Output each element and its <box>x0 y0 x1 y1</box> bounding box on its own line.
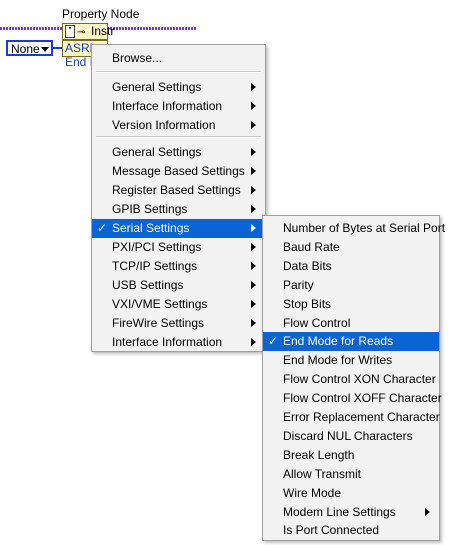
menu-separator <box>96 136 261 138</box>
menu-item-label: Flow Control XON Character <box>283 372 436 387</box>
serial-item-is-port-connected[interactable]: Is Port Connected <box>263 521 439 540</box>
menu-item-label: Flow Control XOFF Character <box>283 391 442 406</box>
menu-item-browse[interactable]: Browse... <box>92 49 265 68</box>
main-context-menu: Browse... General Settings Interface Infor… <box>91 44 266 352</box>
menu-item-label: Flow Control <box>283 315 351 330</box>
submenu-arrow-icon <box>251 300 256 308</box>
menu-item-firewire-settings[interactable]: FireWire Settings <box>92 314 265 333</box>
menu-item-label: Number of Bytes at Serial Port <box>283 221 446 235</box>
serial-item-parity[interactable]: Parity <box>263 276 439 295</box>
menu-item-label: USB Settings <box>112 278 184 292</box>
menu-item-label: Error Replacement Character <box>283 410 440 424</box>
menu-item-label: Interface Information <box>112 99 223 113</box>
serial-item-flow-control[interactable]: Flow Control <box>263 314 439 333</box>
submenu-arrow-icon <box>251 148 256 156</box>
menu-item-label: General Settings <box>112 80 202 94</box>
submenu-arrow-icon <box>251 319 256 327</box>
menu-item-label: Parity <box>283 277 314 292</box>
menu-item-label: General Settings <box>112 145 202 159</box>
menu-item-serial-settings[interactable]: ✓ Serial Settings <box>92 219 265 238</box>
serial-item-allow-transmit[interactable]: Allow Transmit <box>263 465 439 484</box>
refnum-out-wire <box>107 27 197 30</box>
menu-item-label: Message Based Settings <box>112 164 245 178</box>
menu-item-label: Version Information <box>112 118 216 132</box>
submenu-arrow-icon <box>251 262 256 270</box>
menu-item-label: Serial Settings <box>112 221 190 235</box>
property-node-title: Property Node <box>62 7 140 21</box>
end-mode-control-value: None <box>11 42 40 56</box>
submenu-arrow-icon <box>251 121 256 129</box>
menu-item-general-settings[interactable]: General Settings <box>92 78 265 97</box>
serial-item-flow-control-xon-character[interactable]: Flow Control XON Character <box>263 370 439 389</box>
menu-item-general-settings[interactable]: General Settings <box>92 143 265 162</box>
serial-item-wire-mode[interactable]: Wire Mode <box>263 484 439 503</box>
serial-item-end-mode-for-writes[interactable]: End Mode for Writes <box>263 351 439 370</box>
reference-label: Instr <box>91 24 115 38</box>
serial-item-error-replacement-character[interactable]: Error Replacement Character <box>263 408 440 427</box>
menu-item-label: End Mode for Reads <box>283 334 394 349</box>
submenu-arrow-icon <box>251 205 256 213</box>
menu-item-message-based-settings[interactable]: Message Based Settings <box>92 162 265 181</box>
serial-settings-submenu: Number of Bytes at Serial Port Baud Rate D… <box>262 215 445 541</box>
submenu-arrow-icon <box>251 167 256 175</box>
menu-item-label: VXI/VME Settings <box>112 297 208 311</box>
submenu-arrow-icon <box>251 83 256 91</box>
dropdown-arrow-icon <box>41 47 49 52</box>
key-icon: ⊸ <box>77 27 86 38</box>
reference-terminal-icon: ▪ <box>65 25 75 38</box>
menu-item-label: Allow Transmit <box>283 466 362 481</box>
check-icon: ✓ <box>97 221 108 235</box>
serial-item-stop-bits[interactable]: Stop Bits <box>263 295 439 314</box>
menu-item-label: Baud Rate <box>283 239 340 254</box>
serial-item-data-bits[interactable]: Data Bits <box>263 257 439 276</box>
menu-item-label: Wire Mode <box>283 485 342 500</box>
serial-item-flow-control-xoff-character[interactable]: Flow Control XOFF Character <box>263 389 442 408</box>
submenu-arrow-icon <box>251 243 256 251</box>
menu-item-label: FireWire Settings <box>112 316 205 330</box>
menu-item-vxi-vme-settings[interactable]: VXI/VME Settings <box>92 295 265 314</box>
menu-item-label: GPIB Settings <box>112 202 188 216</box>
menu-separator <box>96 71 261 73</box>
menu-item-label: Break Length <box>283 447 355 462</box>
serial-item-number-of-bytes-at-serial-port[interactable]: Number of Bytes at Serial Port <box>263 219 445 238</box>
menu-item-interface-information[interactable]: Interface Information <box>92 333 265 352</box>
submenu-arrow-icon <box>251 281 256 289</box>
menu-item-gpib-settings[interactable]: GPIB Settings <box>92 200 265 219</box>
serial-item-discard-nul-characters[interactable]: Discard NUL Characters <box>263 427 439 446</box>
submenu-arrow-icon <box>251 186 256 194</box>
menu-item-label: Discard NUL Characters <box>283 428 413 443</box>
submenu-arrow-icon <box>251 102 256 110</box>
end-mode-control[interactable]: None <box>6 40 53 56</box>
menu-item-label: End Mode for Writes <box>283 353 393 368</box>
serial-item-baud-rate[interactable]: Baud Rate <box>263 238 439 257</box>
menu-item-usb-settings[interactable]: USB Settings <box>92 276 265 295</box>
menu-item-label: Is Port Connected <box>283 523 380 538</box>
menu-item-label: Register Based Settings <box>112 183 241 197</box>
refnum-wire <box>0 27 62 30</box>
serial-item-break-length[interactable]: Break Length <box>263 446 439 465</box>
menu-item-label: PXI/PCI Settings <box>112 240 202 254</box>
submenu-arrow-icon <box>251 338 256 346</box>
menu-item-label: Interface Information <box>112 335 223 349</box>
menu-item-label: Modem Line Settings <box>283 504 396 519</box>
menu-item-interface-information[interactable]: Interface Information <box>92 97 265 116</box>
serial-item-end-mode-for-reads[interactable]: ✓ End Mode for Reads <box>263 332 439 352</box>
menu-item-label: TCP/IP Settings <box>112 259 198 273</box>
menu-item-label: Browse... <box>112 51 163 65</box>
menu-item-tcp-ip-settings[interactable]: TCP/IP Settings <box>92 257 265 276</box>
property-node-reference[interactable]: ▪ ⊸ Instr <box>62 23 114 40</box>
menu-item-pxi-pci-settings[interactable]: PXI/PCI Settings <box>92 238 265 257</box>
check-icon: ✓ <box>268 334 279 349</box>
serial-item-modem-line-settings[interactable]: Modem Line Settings <box>263 503 439 522</box>
menu-item-version-information[interactable]: Version Information <box>92 116 265 135</box>
menu-item-label: Stop Bits <box>283 296 332 311</box>
menu-item-label: Data Bits <box>283 258 332 273</box>
menu-item-register-based-settings[interactable]: Register Based Settings <box>92 181 265 200</box>
submenu-arrow-icon <box>425 507 430 516</box>
submenu-arrow-icon <box>251 224 256 232</box>
